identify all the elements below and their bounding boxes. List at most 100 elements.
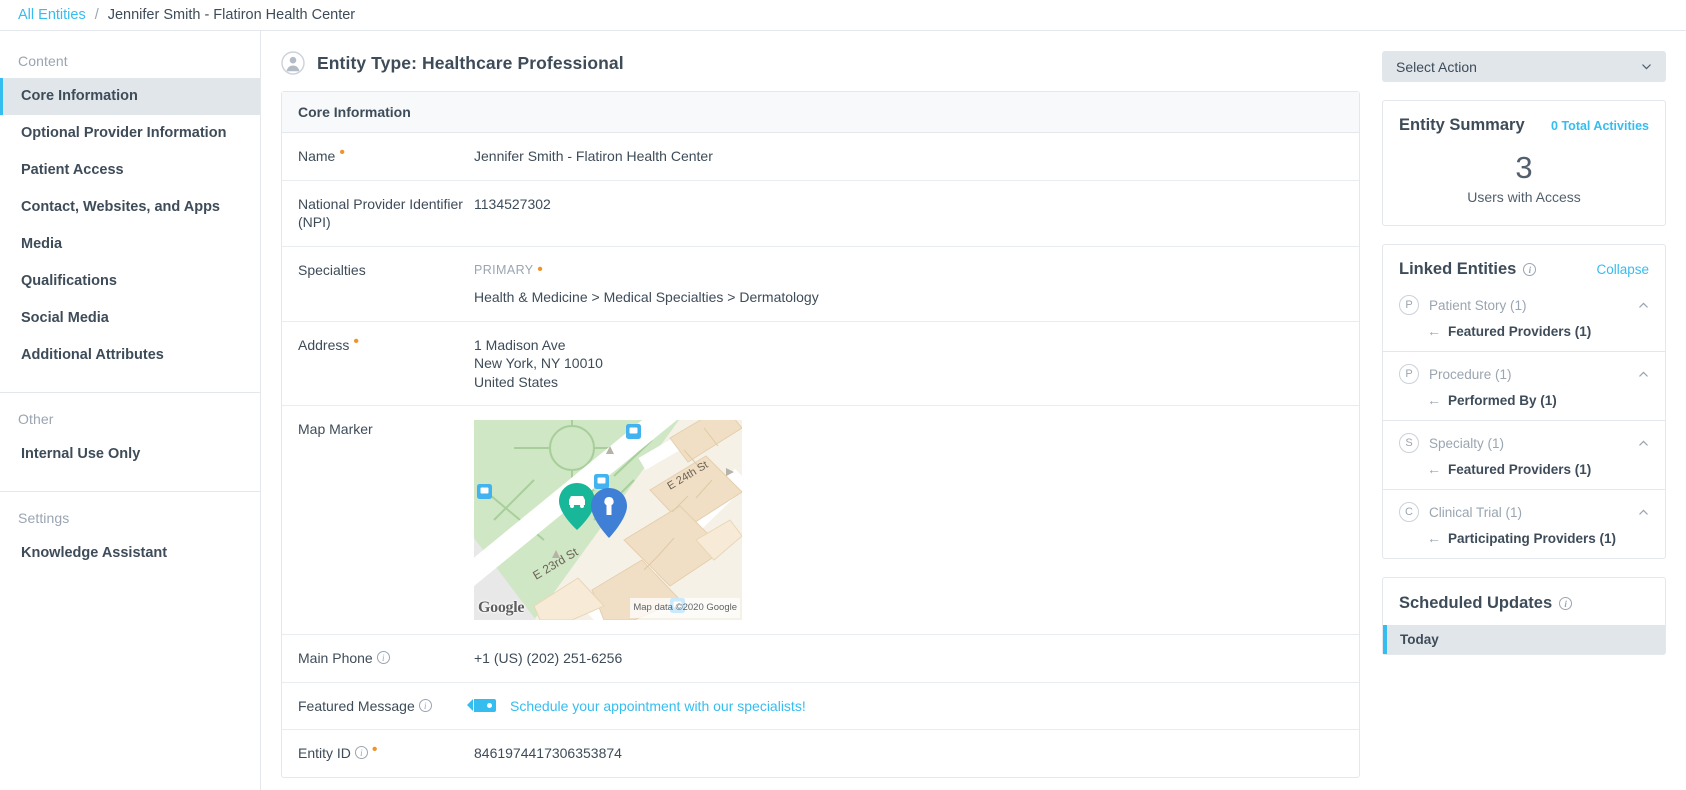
linked-entities-card: Linked Entities i Collapse P Patient Sto… [1382, 244, 1666, 559]
entity-badge-icon: C [1399, 502, 1419, 522]
field-label-name: Name • [298, 144, 474, 166]
required-indicator-address: • [353, 332, 359, 350]
field-value-entity-id: 8461974417306353874 [474, 745, 622, 761]
sidebar-item-knowledge-assistant[interactable]: Knowledge Assistant [0, 535, 260, 572]
field-label-specialties: Specialties [298, 261, 366, 278]
linked-entity-child[interactable]: ← Featured Providers (1) [1399, 315, 1649, 351]
linked-entity-child[interactable]: ← Performed By (1) [1399, 384, 1649, 420]
linked-entity-child[interactable]: ← Participating Providers (1) [1399, 522, 1649, 558]
sidebar-item-optional-provider-information[interactable]: Optional Provider Information [0, 115, 260, 152]
breadcrumb-separator: / [94, 7, 99, 23]
linked-entity-group-patient-story: P Patient Story (1) ← Featured Providers… [1383, 283, 1665, 351]
users-with-access-caption: Users with Access [1467, 189, 1581, 205]
field-label-entity-id-text: Entity ID [298, 745, 351, 761]
chevron-down-icon [1641, 61, 1652, 72]
chevron-up-icon[interactable] [1638, 300, 1649, 311]
breadcrumb: All Entities / Jennifer Smith - Flatiron… [0, 0, 1686, 31]
field-value-map-marker: E 24th St E 23rd St Google Map data ©202… [474, 420, 1343, 620]
page-title: Entity Type: Healthcare Professional [317, 52, 624, 73]
field-value-specialties: PRIMARY • Health & Medicine > Medical Sp… [474, 261, 1343, 307]
sidebar-item-patient-access[interactable]: Patient Access [0, 152, 260, 189]
field-label-map-marker: Map Marker [298, 421, 373, 437]
field-row-featured-message: Featured Message i Schedule your appoint… [282, 683, 1359, 730]
field-row-npi: National Provider Identifier (NPI) 11345… [282, 181, 1359, 247]
linked-entities-header: Linked Entities i Collapse [1383, 245, 1665, 283]
select-action-label: Select Action [1396, 58, 1477, 75]
required-indicator-specialties: • [537, 260, 544, 278]
linked-entity-row[interactable]: P Patient Story (1) [1399, 283, 1649, 315]
sidebar-item-additional-attributes[interactable]: Additional Attributes [0, 337, 260, 374]
collapse-link[interactable]: Collapse [1596, 262, 1649, 277]
field-label-name-text: Name [298, 148, 336, 164]
chevron-up-icon[interactable] [1638, 507, 1649, 518]
field-row-specialties: Specialties PRIMARY • Health & Medicine … [282, 247, 1359, 322]
specialties-path: Health & Medicine > Medical Specialties … [474, 289, 819, 305]
sidebar-item-internal-use-only[interactable]: Internal Use Only [0, 436, 260, 473]
map-graphic: E 24th St E 23rd St [474, 420, 742, 620]
arrow-left-icon: ← [1427, 530, 1441, 546]
sidebar-item-media[interactable]: Media [0, 226, 260, 263]
field-value-address: 1 Madison Ave New York, NY 10010 United … [474, 336, 1343, 392]
entity-summary-header: Entity Summary 0 Total Activities [1383, 101, 1665, 135]
linked-entity-name: Specialty (1) [1429, 435, 1505, 451]
field-label-main-phone: Main Phone i [298, 649, 474, 668]
sidebar-item-social-media[interactable]: Social Media [0, 300, 260, 337]
person-avatar-icon [281, 51, 305, 75]
sidebar-group-label-content: Content [18, 53, 68, 69]
total-activities-link[interactable]: 0 Total Activities [1551, 119, 1649, 133]
field-row-name: Name • Jennifer Smith - Flatiron Health … [282, 133, 1359, 181]
chevron-up-icon[interactable] [1638, 438, 1649, 449]
breadcrumb-current: Jennifer Smith - Flatiron Health Center [107, 7, 356, 23]
chevron-up-icon[interactable] [1638, 369, 1649, 380]
map-preview[interactable]: E 24th St E 23rd St Google Map data ©202… [474, 420, 742, 620]
info-icon[interactable]: i [376, 651, 390, 664]
field-row-main-phone: Main Phone i +1 (US) (202) 251-6256 [282, 635, 1359, 683]
linked-entity-row[interactable]: S Specialty (1) [1399, 421, 1649, 453]
users-with-access-count: 3 [1515, 150, 1533, 185]
sidebar-item-contact-websites-apps[interactable]: Contact, Websites, and Apps [0, 189, 260, 226]
specialties-primary-text: PRIMARY [474, 262, 534, 277]
linked-entities-title: Linked Entities i [1399, 260, 1537, 279]
info-icon[interactable]: i [354, 746, 368, 759]
info-icon[interactable]: i [418, 698, 432, 712]
featured-message-link[interactable]: Schedule your appointment with our speci… [510, 697, 806, 716]
field-label-featured-message: Featured Message i [298, 697, 474, 716]
entity-badge-icon: P [1399, 364, 1419, 384]
main-content: Entity Type: Healthcare Professional Cor… [261, 31, 1382, 790]
entity-summary-body: 3 Users with Access [1383, 135, 1665, 225]
field-label-featured-message-text: Featured Message [298, 697, 415, 714]
core-information-card: Core Information Name • Jennifer Smith -… [281, 91, 1360, 778]
sidebar-item-qualifications[interactable]: Qualifications [0, 263, 260, 300]
linked-entity-child-label: Featured Providers (1) [1448, 461, 1592, 477]
linked-entity-row[interactable]: P Procedure (1) [1399, 352, 1649, 384]
sidebar-item-core-information[interactable]: Core Information [0, 78, 260, 115]
field-value-npi: 1134527302 [474, 195, 551, 212]
map-attribution: Map data ©2020 Google [630, 597, 740, 618]
breadcrumb-all-entities-link[interactable]: All Entities [18, 7, 86, 23]
card-title: Core Information [282, 92, 1359, 133]
sidebar-group-label-settings: Settings [18, 510, 70, 526]
scheduled-updates-title: Scheduled Updates i [1399, 594, 1649, 613]
linked-entity-child[interactable]: ← Featured Providers (1) [1399, 453, 1649, 489]
field-row-entity-id: Entity ID i • 8461974417306353874 [282, 730, 1359, 777]
scheduled-updates-today-row[interactable]: Today [1383, 625, 1665, 654]
page-shell: Content Core Information Optional Provid… [0, 31, 1686, 790]
arrow-left-icon: ← [1427, 392, 1441, 408]
field-label-address: Address • [298, 332, 474, 355]
field-value-featured-message: Schedule your appointment with our speci… [467, 697, 1343, 716]
address-line-3: United States [474, 373, 559, 390]
info-icon[interactable]: i [1523, 263, 1537, 276]
field-label-entity-id: Entity ID i • [298, 741, 474, 763]
linked-entities-title-text: Linked Entities [1399, 260, 1517, 278]
arrow-left-icon: ← [1427, 461, 1441, 477]
required-indicator-entity-id: • [371, 741, 378, 758]
page-title-row: Entity Type: Healthcare Professional [281, 31, 1360, 91]
arrow-left-icon: ← [1427, 323, 1441, 339]
required-indicator: • [339, 144, 345, 161]
field-row-map-marker: Map Marker E 24th St E 23rd St Google Ma… [282, 406, 1359, 635]
info-icon[interactable]: i [1559, 597, 1573, 610]
specialties-primary-sublabel: PRIMARY • [474, 261, 1343, 280]
linked-entity-row[interactable]: C Clinical Trial (1) [1399, 490, 1649, 522]
select-action-dropdown[interactable]: Select Action [1382, 51, 1666, 82]
field-value-main-phone: +1 (US) (202) 251-6256 [474, 650, 623, 666]
